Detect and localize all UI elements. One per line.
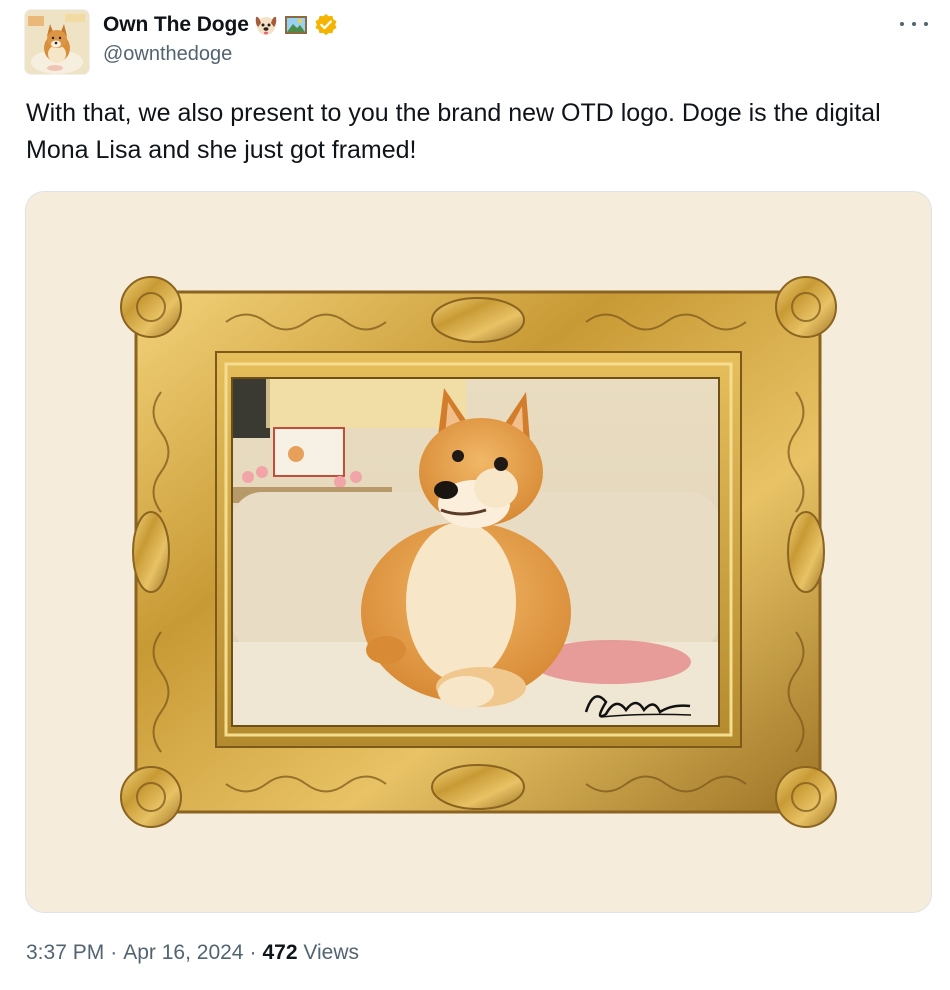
author-name-row: Own The Doge [103,11,339,39]
tweet-date[interactable]: Apr 16, 2024 [123,941,243,965]
more-dot [900,22,904,26]
more-dot [912,22,916,26]
views-label: Views [303,941,360,964]
user-handle[interactable]: @ownthedoge [103,43,339,66]
meta-separator: · [249,941,257,964]
display-name[interactable]: Own The Doge [103,13,249,37]
more-dot [924,22,928,26]
views-count[interactable]: 472 [262,941,297,964]
tweet-media-image[interactable] [26,192,931,912]
tweet-meta: 3:37 PM · Apr 16, 2024 · 472 Views [26,941,359,965]
tweet-author: Own The Doge @ownthedoge [103,11,339,66]
verified-badge-icon[interactable] [313,12,339,38]
avatar-doge-image [25,10,89,74]
framed-picture-emoji-icon [283,12,309,38]
meta-separator: · [110,941,118,964]
dog-face-emoji-icon [253,12,279,38]
framed-doge-painting [120,276,837,828]
avatar[interactable] [25,10,89,74]
tweet-text: With that, we also present to you the br… [26,99,881,164]
more-options-icon[interactable] [900,16,928,32]
tweet-time[interactable]: 3:37 PM [26,941,104,965]
